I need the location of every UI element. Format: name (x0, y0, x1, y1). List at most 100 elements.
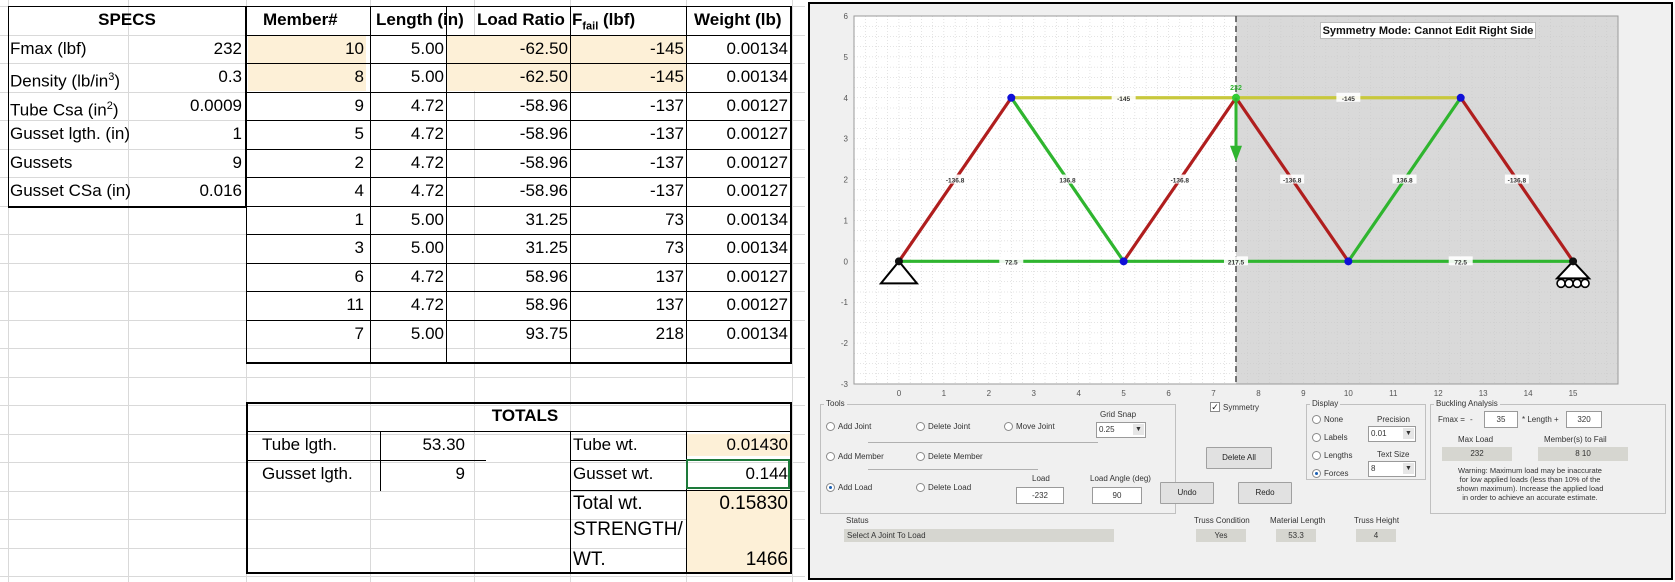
add-member-label[interactable]: Add Member (838, 452, 884, 461)
member-id: 8 (354, 67, 364, 86)
member-weight: 0.00127 (726, 295, 788, 314)
roller-wheel-icon (1556, 278, 1566, 289)
precision-label: Precision (1377, 415, 1410, 424)
table-border-line (246, 402, 248, 574)
load-angle-input[interactable]: 90 (1092, 487, 1142, 504)
display-panel-title: Display (1310, 399, 1341, 408)
member-length: 4.72 (410, 96, 444, 115)
member-ffail: 137 (655, 295, 684, 314)
grid-snap-select[interactable]: 0.25 ▼ (1096, 422, 1146, 438)
grid-snap-value: 0.25 (1099, 425, 1115, 434)
display-none-radio[interactable] (1312, 415, 1321, 424)
max-load-label: Max Load (1458, 435, 1494, 444)
display-forces-radio[interactable] (1312, 469, 1321, 478)
buckling-coef-input[interactable]: 35 (1484, 411, 1518, 428)
sheet-row-line (0, 576, 805, 577)
table-border-line (686, 431, 687, 573)
add-load-label[interactable]: Add Load (838, 483, 872, 492)
table-border-line (370, 6, 371, 364)
load-input[interactable]: -232 (1016, 487, 1064, 504)
member-weight: 0.00127 (726, 96, 788, 115)
member-weight: 0.00134 (726, 210, 788, 229)
specs-label-text: Density (lb/in (10, 71, 109, 91)
member-weight: 0.00127 (726, 153, 788, 172)
precision-select[interactable]: 0.01 ▼ (1368, 426, 1416, 442)
table-border-line (246, 234, 791, 235)
delete-joint-radio[interactable] (916, 422, 925, 431)
sheet-row-line (0, 348, 805, 349)
display-lengths-radio[interactable] (1312, 451, 1321, 460)
table-border-line (246, 206, 791, 207)
member-ffail: 73 (665, 238, 684, 257)
x-tick-label: 15 (1569, 389, 1578, 398)
specs-label-tail: ) (114, 71, 121, 91)
member-load-ratio: -62.50 (519, 67, 568, 86)
member-length: 5.00 (410, 210, 444, 229)
member-length: 4.72 (410, 153, 444, 172)
header-weight: Weight (lb) (694, 10, 782, 29)
member-id: 10 (345, 39, 364, 58)
table-border-line (380, 431, 381, 491)
x-tick-label: 2 (987, 389, 992, 398)
add-joint-label[interactable]: Add Joint (838, 422, 871, 431)
move-joint-radio[interactable] (1004, 422, 1013, 431)
member-ffail: -145 (649, 39, 684, 58)
fmax-label: Fmax = (1438, 415, 1465, 424)
delete-member-radio[interactable] (916, 452, 925, 461)
member-weight: 0.00127 (726, 181, 788, 200)
tools-separator (868, 442, 1098, 443)
truss-joint (1119, 257, 1128, 266)
delete-joint-label[interactable]: Delete Joint (928, 422, 970, 431)
member-id: 11 (346, 295, 364, 314)
member-length: 4.72 (410, 267, 444, 286)
member-ffail: 218 (655, 324, 684, 343)
display-forces-label[interactable]: Forces (1324, 469, 1348, 478)
roller-wheel-icon (1572, 278, 1582, 289)
force-label: -145 (1117, 96, 1130, 103)
specs-value: 0.3 (218, 67, 242, 86)
display-labels-radio[interactable] (1312, 433, 1321, 442)
symmetry-banner: Symmetry Mode: Cannot Edit Right Side (1320, 22, 1536, 39)
display-labels-label[interactable]: Labels (1324, 433, 1348, 442)
display-none-label[interactable]: None (1324, 415, 1343, 424)
total-wt-value: 0.15830 (719, 493, 788, 514)
text-size-value: 8 (1371, 464, 1376, 473)
member-id: 9 (354, 96, 364, 115)
delete-load-radio[interactable] (916, 483, 925, 492)
move-joint-label[interactable]: Move Joint (1016, 422, 1055, 431)
sheet-row-line (0, 548, 805, 549)
delete-all-button[interactable]: Delete All (1206, 447, 1272, 469)
member-weight: 0.00127 (726, 124, 788, 143)
table-border-line (246, 320, 791, 321)
gusset-lgth-label: Gusset lgth. (262, 464, 353, 483)
add-load-radio[interactable] (826, 483, 835, 492)
redo-button[interactable]: Redo (1238, 482, 1292, 504)
delete-load-label[interactable]: Delete Load (928, 483, 971, 492)
delete-member-label[interactable]: Delete Member (928, 452, 983, 461)
specs-value: 0.0009 (190, 96, 242, 115)
y-tick-label: -2 (841, 339, 849, 348)
symmetry-checkbox[interactable]: ✓ (1210, 402, 1220, 412)
material-length-value: 53.3 (1276, 529, 1316, 542)
selected-cell-outline (686, 459, 790, 489)
member-ffail: 137 (655, 267, 684, 286)
tube-lgth-value: 53.30 (422, 435, 465, 454)
specs-label: Density (lb/in3) (10, 63, 120, 91)
display-lengths-label[interactable]: Lengths (1324, 451, 1352, 460)
y-tick-label: 4 (844, 94, 849, 103)
specs-label: Gusset lgth. (in) (10, 120, 130, 148)
text-size-select[interactable]: 8 ▼ (1368, 461, 1416, 477)
buckling-const-input[interactable]: 320 (1566, 411, 1602, 428)
truss-plot[interactable]: 0 1 2 3 4 5 6 7 8 9 10 11 12 13 14 156543210-1-2-3-136.… (810, 4, 1671, 420)
add-joint-radio[interactable] (826, 422, 835, 431)
sheet-row-line (0, 377, 805, 378)
force-label: 217.5 (1228, 259, 1245, 266)
specs-label: Fmax (lbf) (10, 35, 87, 63)
table-border-line (246, 291, 791, 292)
add-member-radio[interactable] (826, 452, 835, 461)
specs-label-text: Tube Csa (in (10, 100, 107, 120)
member-weight: 0.00134 (726, 324, 788, 343)
tube-wt-label: Tube wt. (573, 435, 638, 454)
symmetry-label[interactable]: Symmetry (1223, 403, 1259, 412)
undo-button[interactable]: Undo (1160, 482, 1214, 504)
